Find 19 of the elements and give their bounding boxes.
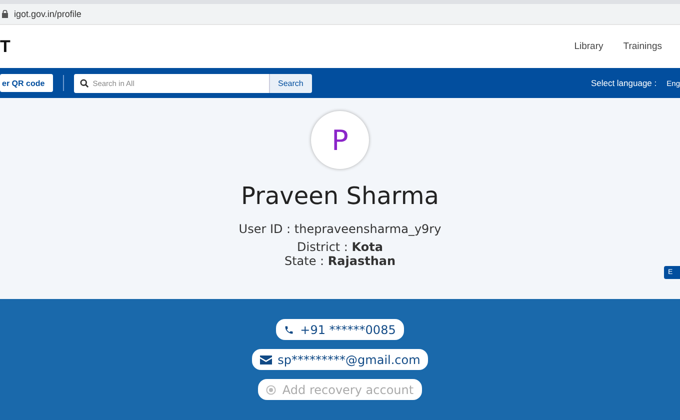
district-text: District : Kota bbox=[297, 240, 383, 254]
phone-icon bbox=[284, 324, 294, 334]
email-pill[interactable]: sp*********@gmail.com bbox=[252, 349, 428, 370]
nav-link[interactable]: Library bbox=[574, 41, 604, 52]
logo[interactable]: T bbox=[0, 36, 10, 56]
lock-icon bbox=[2, 10, 8, 18]
nav-link[interactable]: Trainings bbox=[623, 41, 662, 52]
language-label: Select language : bbox=[590, 78, 657, 88]
radio-icon bbox=[266, 384, 276, 394]
user-id: User ID : thepraveensharma_y9ry bbox=[238, 222, 442, 236]
address-bar[interactable]: igot.gov.in/profile bbox=[14, 9, 82, 19]
envelope-icon bbox=[260, 354, 272, 364]
qr-code-button[interactable]: er QR code bbox=[0, 74, 53, 92]
phone-pill[interactable]: +91 ******0085 bbox=[276, 319, 404, 340]
avatar: P bbox=[311, 111, 369, 169]
state-text: State : Rajasthan bbox=[284, 254, 396, 268]
profile-name: Praveen Sharma bbox=[241, 182, 439, 210]
search-icon bbox=[80, 78, 89, 88]
search-button[interactable]: Search bbox=[268, 74, 312, 92]
